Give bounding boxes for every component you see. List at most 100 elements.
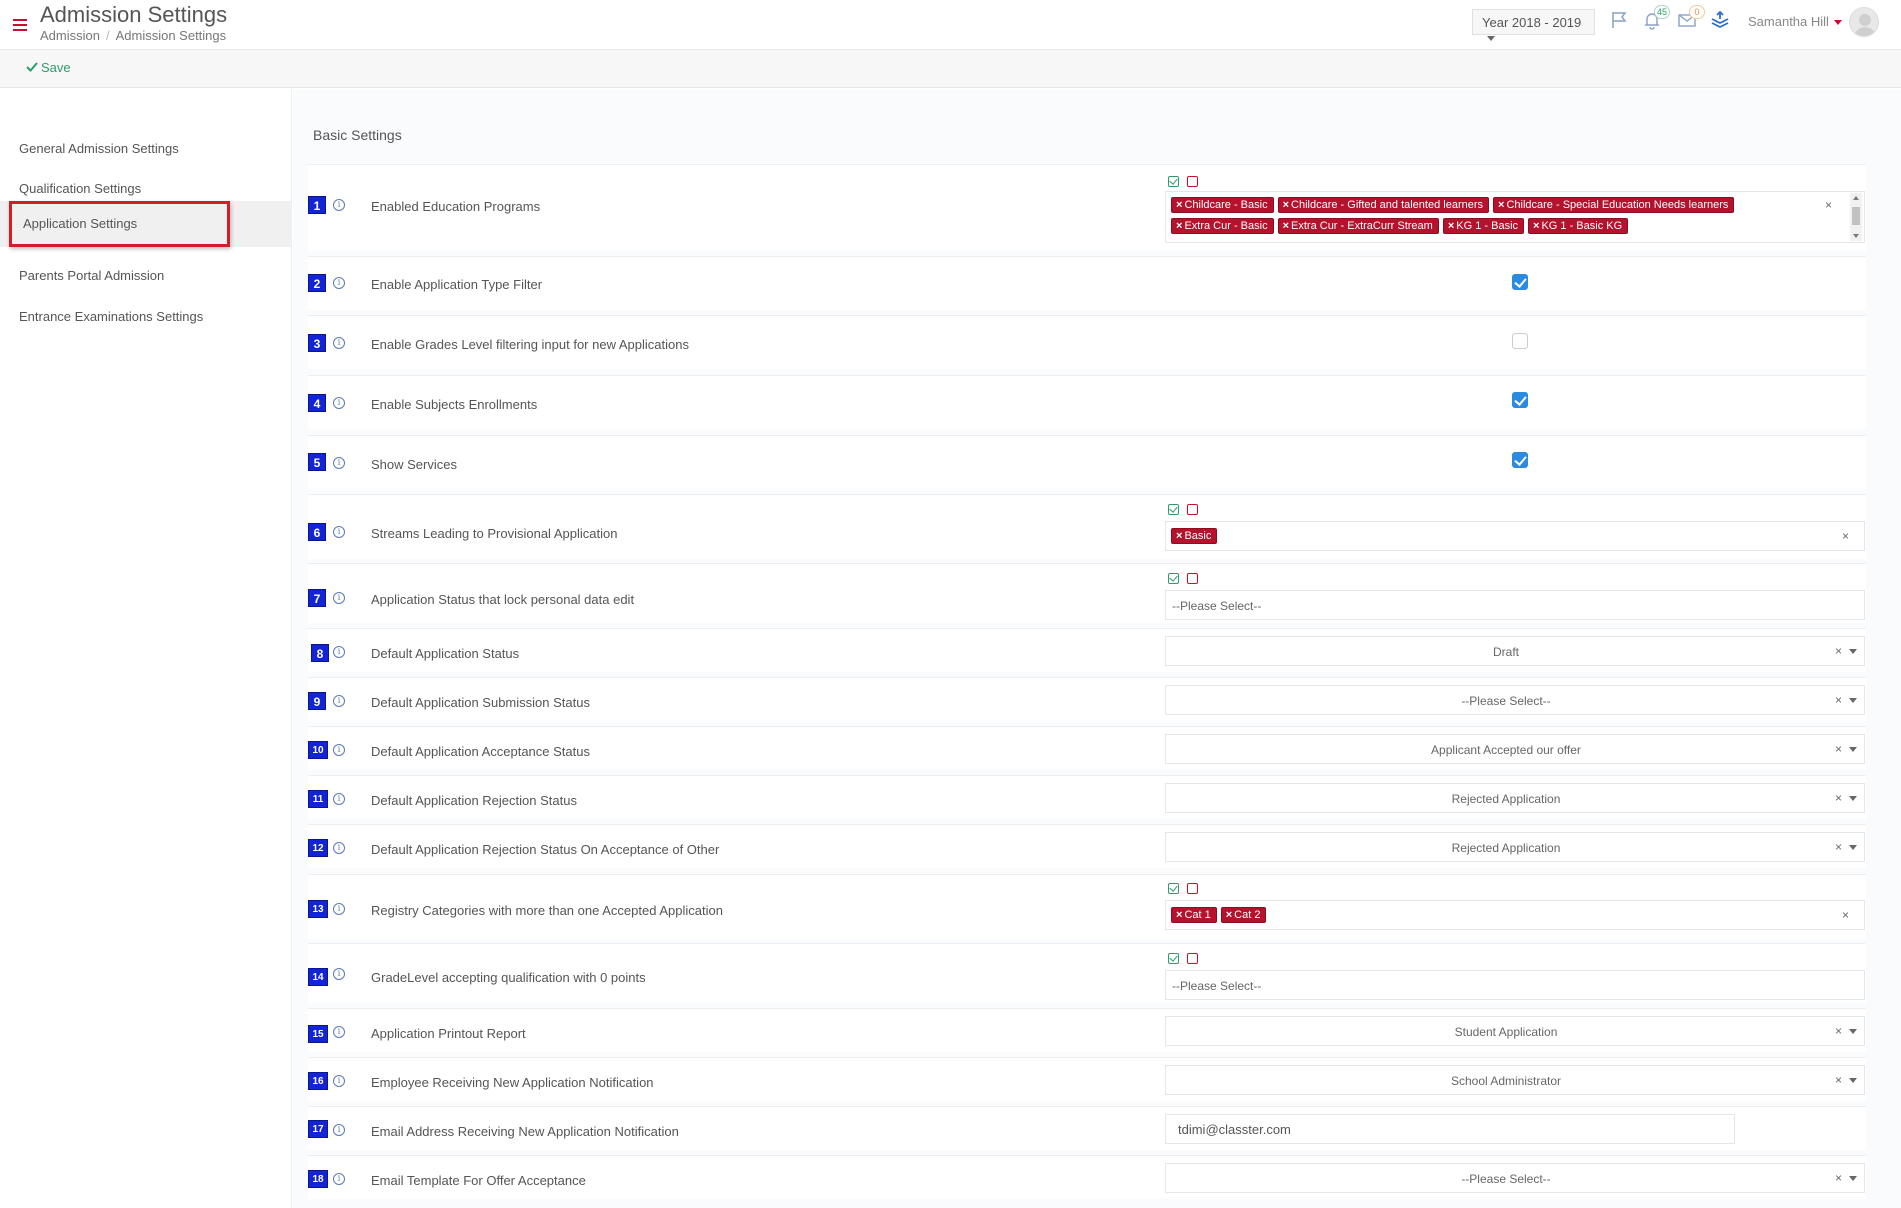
select-all-icon[interactable]	[1168, 953, 1179, 964]
selected-tag[interactable]: Childcare - Special Education Needs lear…	[1493, 197, 1735, 213]
selected-tag[interactable]: Childcare - Basic	[1171, 197, 1274, 213]
default-status-select[interactable]: Draft ×	[1165, 636, 1865, 666]
education-programs-multiselect[interactable]: Childcare - BasicChildcare - Gifted and …	[1165, 191, 1865, 243]
clear-icon[interactable]: ×	[1835, 840, 1842, 854]
sidebar-item-entrance-exams[interactable]: Entrance Examinations Settings	[0, 297, 292, 337]
printout-report-select[interactable]: Student Application ×	[1165, 1016, 1865, 1046]
info-icon[interactable]: i	[333, 337, 345, 349]
chevron-down-icon	[1849, 1176, 1857, 1181]
select-all-icon[interactable]	[1168, 573, 1179, 584]
clear-icon[interactable]: ×	[1835, 693, 1842, 707]
info-icon[interactable]: i	[333, 968, 345, 980]
setting-label: Employee Receiving New Application Notif…	[371, 1075, 654, 1090]
chevron-down-icon	[1849, 845, 1857, 850]
flag-icon[interactable]	[1610, 10, 1632, 32]
info-icon[interactable]: i	[333, 457, 345, 469]
selected-tag[interactable]: Childcare - Gifted and talented learners	[1277, 197, 1490, 213]
info-icon[interactable]: i	[333, 646, 345, 658]
scroll-down-icon[interactable]	[1853, 234, 1859, 238]
info-icon[interactable]: i	[333, 1075, 345, 1087]
settings-content: Basic Settings 1 i Enabled Education Pro…	[293, 89, 1901, 1208]
user-menu[interactable]: Samantha Hill	[1748, 14, 1842, 29]
avatar[interactable]	[1849, 7, 1879, 37]
setting-label: Default Application Rejection Status	[371, 793, 577, 808]
sidebar-item-general-admission[interactable]: General Admission Settings	[0, 129, 292, 169]
info-icon[interactable]: i	[333, 397, 345, 409]
clear-icon[interactable]: ×	[1835, 1073, 1842, 1087]
deselect-all-icon[interactable]	[1187, 573, 1198, 584]
info-icon[interactable]: i	[333, 1026, 345, 1038]
clear-icon[interactable]: ×	[1835, 644, 1842, 658]
info-icon[interactable]: i	[333, 1124, 345, 1136]
show-services-checkbox[interactable]	[1512, 452, 1528, 468]
clear-icon[interactable]: ×	[1825, 198, 1832, 212]
info-icon[interactable]: i	[333, 592, 345, 604]
sidebar-item-parents-portal[interactable]: Parents Portal Admission	[0, 256, 292, 296]
notification-email-input[interactable]: tdimi@classter.com	[1165, 1114, 1735, 1144]
action-toolbar: Save	[0, 50, 1901, 88]
scroll-up-icon[interactable]	[1853, 196, 1859, 200]
submission-status-select[interactable]: --Please Select-- ×	[1165, 685, 1865, 715]
setting-row-14: 14 i GradeLevel accepting qualification …	[308, 943, 1866, 1003]
select-all-icon[interactable]	[1168, 883, 1179, 894]
selected-tag[interactable]: Basic	[1171, 528, 1218, 544]
offer-email-template-select[interactable]: --Please Select-- ×	[1165, 1163, 1865, 1193]
subjects-enrollments-checkbox[interactable]	[1512, 392, 1528, 408]
clear-icon[interactable]: ×	[1835, 791, 1842, 805]
info-icon[interactable]: i	[333, 744, 345, 756]
info-icon[interactable]: i	[333, 695, 345, 707]
selected-tag[interactable]: Extra Cur - Basic	[1171, 218, 1274, 234]
registry-categories-multiselect[interactable]: Cat 1Cat 2 ×	[1165, 900, 1865, 930]
selected-tag[interactable]: Cat 1	[1171, 907, 1217, 923]
year-select[interactable]: Year 2018 - 2019	[1472, 9, 1595, 42]
selected-tag[interactable]: KG 1 - Basic KG	[1528, 218, 1629, 234]
row-number: 17	[308, 1120, 328, 1138]
rejection-status-select[interactable]: Rejected Application ×	[1165, 783, 1865, 813]
scroll-thumb[interactable]	[1852, 207, 1860, 225]
clear-icon[interactable]: ×	[1835, 742, 1842, 756]
info-icon[interactable]: i	[333, 199, 345, 211]
selected-tag[interactable]: KG 1 - Basic	[1442, 218, 1525, 234]
info-icon[interactable]: i	[333, 903, 345, 915]
menu-icon[interactable]	[13, 19, 27, 31]
selected-tag[interactable]: Cat 2	[1220, 907, 1267, 923]
setting-label: Enable Subjects Enrollments	[371, 397, 538, 412]
info-icon[interactable]: i	[333, 277, 345, 289]
gradelevel-multiselect[interactable]: --Please Select--	[1165, 970, 1865, 1000]
rejection-on-acceptance-select[interactable]: Rejected Application ×	[1165, 832, 1865, 862]
clear-icon[interactable]: ×	[1835, 1024, 1842, 1038]
settings-sidebar: General Admission Settings Qualification…	[0, 89, 292, 1208]
employee-notification-select[interactable]: School Administrator ×	[1165, 1065, 1865, 1095]
save-button[interactable]: Save	[26, 60, 71, 75]
application-type-filter-checkbox[interactable]	[1512, 274, 1528, 290]
setting-row-18: 18 i Email Template For Offer Acceptance…	[308, 1155, 1866, 1199]
select-all-icon[interactable]	[1168, 176, 1179, 187]
bell-icon[interactable]: 45	[1642, 5, 1671, 32]
clear-icon[interactable]: ×	[1842, 908, 1849, 922]
chevron-down-icon	[1833, 20, 1842, 26]
deselect-all-icon[interactable]	[1187, 504, 1198, 515]
clear-icon[interactable]: ×	[1835, 1171, 1842, 1185]
clear-icon[interactable]: ×	[1842, 529, 1849, 543]
info-icon[interactable]: i	[333, 793, 345, 805]
lock-status-multiselect[interactable]: --Please Select--	[1165, 590, 1865, 620]
select-all-icon[interactable]	[1168, 504, 1179, 515]
scrollbar[interactable]	[1850, 193, 1862, 241]
selected-tag[interactable]: Extra Cur - ExtraCurr Stream	[1277, 218, 1439, 234]
setting-label: Streams Leading to Provisional Applicati…	[371, 526, 618, 541]
breadcrumb-item-admission[interactable]: Admission	[40, 28, 100, 43]
streams-multiselect[interactable]: Basic ×	[1165, 521, 1865, 551]
deselect-all-icon[interactable]	[1187, 883, 1198, 894]
info-icon[interactable]: i	[333, 1173, 345, 1185]
layers-icon[interactable]	[1710, 10, 1732, 32]
info-icon[interactable]: i	[333, 526, 345, 538]
breadcrumb-item-current: Admission Settings	[115, 28, 227, 43]
envelope-icon[interactable]: 0	[1677, 5, 1705, 32]
deselect-all-icon[interactable]	[1187, 953, 1198, 964]
setting-row-16: 16 i Employee Receiving New Application …	[308, 1057, 1866, 1101]
acceptance-status-select[interactable]: Applicant Accepted our offer ×	[1165, 734, 1865, 764]
select-value: Rejected Application	[1451, 792, 1561, 806]
deselect-all-icon[interactable]	[1187, 176, 1198, 187]
grades-level-filter-checkbox[interactable]	[1512, 333, 1528, 349]
info-icon[interactable]: i	[333, 842, 345, 854]
